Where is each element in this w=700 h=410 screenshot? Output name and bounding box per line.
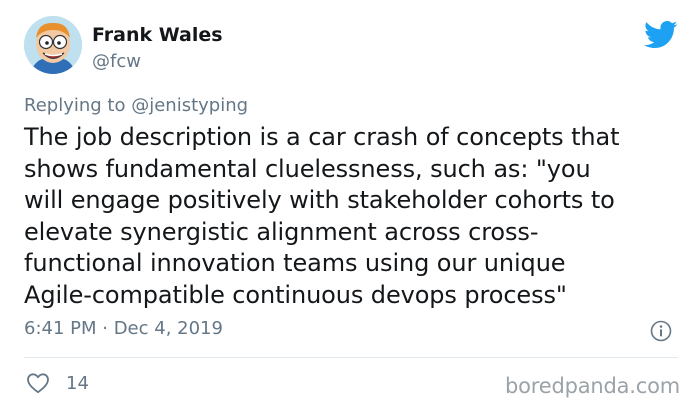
tweet-text-line: elevate synergistic alignment across cro… bbox=[24, 217, 539, 246]
tweet-timestamp[interactable]: 6:41 PM · Dec 4, 2019 bbox=[24, 318, 223, 339]
info-icon[interactable] bbox=[650, 320, 672, 342]
twitter-bird-icon[interactable] bbox=[644, 20, 678, 50]
avatar-cartoon-face-icon bbox=[24, 16, 82, 74]
tweet-text-line: Agile-compatible continuous devops proce… bbox=[24, 280, 567, 309]
tweet-text-line: will engage positively with stakeholder … bbox=[24, 186, 615, 214]
tweet-text-line: The job description is a car crash of co… bbox=[24, 123, 620, 151]
divider bbox=[24, 357, 678, 358]
reply-context: Replying to @jenistyping bbox=[24, 95, 248, 116]
tweet-text-line: shows fundamental cluelessness, such as:… bbox=[24, 154, 591, 183]
reply-mention-link[interactable]: @jenistyping bbox=[131, 95, 248, 116]
like-count: 14 bbox=[66, 373, 89, 394]
heart-icon[interactable] bbox=[26, 372, 50, 394]
tweet-text: The job description is a car crash of co… bbox=[24, 122, 684, 311]
tweet-text-line: functional innovation teams using our un… bbox=[24, 249, 566, 277]
watermark: boredpanda.com bbox=[505, 374, 681, 398]
user-handle[interactable]: @fcw bbox=[92, 51, 141, 72]
user-name[interactable]: Frank Wales bbox=[92, 24, 223, 46]
reply-prefix: Replying to bbox=[24, 95, 126, 116]
avatar[interactable] bbox=[24, 16, 82, 74]
